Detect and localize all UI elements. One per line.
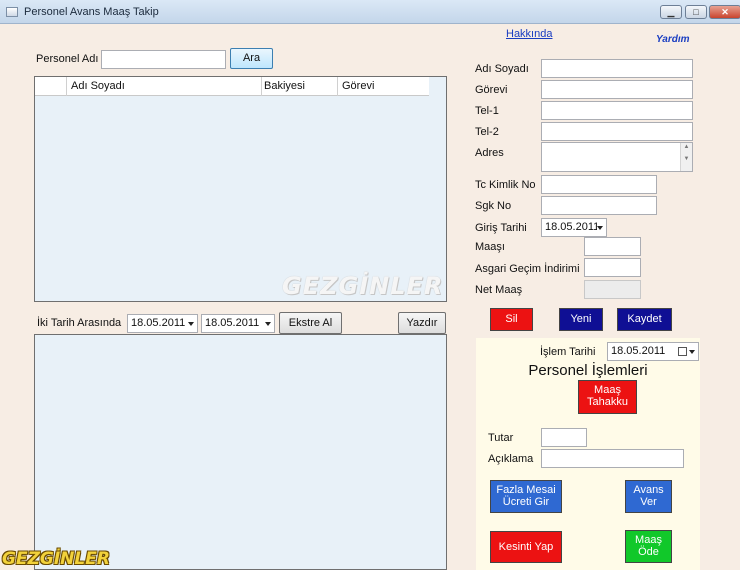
- overtime-button[interactable]: Fazla Mesai Ücreti Gir: [490, 480, 562, 513]
- scroll-down-icon: ▼: [683, 156, 690, 162]
- pay-salary-label: Maaş Öde: [635, 534, 662, 558]
- field-label-phone1: Tel-1: [475, 105, 499, 117]
- main-window: Hakkında Yardım Personel Adı Ara Adı Soy…: [0, 24, 740, 570]
- address-field[interactable]: ▲ ▼: [541, 142, 693, 172]
- search-button[interactable]: Ara: [230, 48, 273, 69]
- chevron-down-icon: [597, 226, 603, 230]
- statement-button[interactable]: Ekstre Al: [279, 312, 342, 334]
- grid-header: Adı Soyadı Bakiyesi Görevi: [35, 77, 429, 96]
- start-date-picker[interactable]: 18.05.2011: [541, 218, 607, 237]
- maximize-button[interactable]: □: [685, 5, 707, 19]
- phone1-field[interactable]: [541, 101, 693, 120]
- salary-field[interactable]: [584, 237, 641, 256]
- personnel-operations-panel: İşlem Tarihi 18.05.2011 Personel İşlemle…: [476, 338, 700, 570]
- operation-date-picker[interactable]: 18.05.2011: [607, 342, 699, 361]
- operations-title: Personel İşlemleri: [528, 362, 648, 379]
- title-bar: Personel Avans Maaş Takip ▁ □ ✕: [0, 0, 740, 24]
- field-label-tc: Tc Kimlik No: [475, 179, 536, 191]
- field-label-role: Görevi: [475, 84, 508, 96]
- tc-number-field[interactable]: [541, 175, 657, 194]
- pay-salary-button[interactable]: Maaş Öde: [625, 530, 672, 563]
- address-scrollbar[interactable]: ▲ ▼: [680, 143, 692, 171]
- new-button[interactable]: Yeni: [559, 308, 603, 331]
- name-field[interactable]: [541, 59, 693, 78]
- field-label-start-date: Giriş Tarihi: [475, 222, 527, 234]
- corner-watermark-logo: GEZGİNLER: [2, 549, 110, 569]
- calendar-icon: [678, 347, 687, 356]
- operation-date-label: İşlem Tarihi: [540, 346, 596, 358]
- advance-button[interactable]: Avans Ver: [625, 480, 672, 513]
- search-label: Personel Adı: [36, 53, 99, 65]
- start-date-value: 18.05.2011: [545, 221, 600, 233]
- personnel-grid[interactable]: Adı Soyadı Bakiyesi Görevi: [34, 76, 447, 302]
- field-label-name: Adı Soyadı: [475, 63, 529, 75]
- about-link[interactable]: Hakkında: [506, 28, 552, 40]
- advance-label: Avans Ver: [633, 484, 664, 508]
- range-from-date[interactable]: 18.05.2011: [127, 314, 198, 333]
- help-link[interactable]: Yardım: [656, 34, 690, 45]
- grid-column-role[interactable]: Görevi: [342, 80, 374, 92]
- scroll-up-icon: ▲: [683, 144, 690, 150]
- field-label-salary: Maaşı: [475, 241, 505, 253]
- salary-accrual-label: Maaş Tahakku: [587, 384, 628, 408]
- phone2-field[interactable]: [541, 122, 693, 141]
- range-to-value: 18.05.2011: [205, 317, 260, 329]
- note-field[interactable]: [541, 449, 684, 468]
- delete-button[interactable]: Sil: [490, 308, 533, 331]
- operation-date-value: 18.05.2011: [611, 345, 666, 357]
- range-from-value: 18.05.2011: [131, 317, 186, 329]
- grid-column-balance[interactable]: Bakiyesi: [264, 80, 305, 92]
- salary-accrual-button[interactable]: Maaş Tahakku: [578, 380, 637, 414]
- role-field[interactable]: [541, 80, 693, 99]
- net-salary-field: [584, 280, 641, 299]
- search-input[interactable]: [101, 50, 226, 69]
- statement-grid[interactable]: [34, 334, 447, 570]
- amount-field[interactable]: [541, 428, 587, 447]
- watermark-logo: GEZGİNLER: [282, 272, 444, 300]
- print-button[interactable]: Yazdır: [398, 312, 446, 334]
- amount-label: Tutar: [488, 432, 514, 444]
- note-label: Açıklama: [488, 453, 534, 465]
- chevron-down-icon: [188, 322, 194, 326]
- field-label-address: Adres: [475, 147, 504, 159]
- close-button[interactable]: ✕: [709, 5, 740, 19]
- window-title: Personel Avans Maaş Takip: [24, 6, 159, 18]
- field-label-agi: Asgari Geçim İndirimi: [475, 263, 580, 275]
- save-button[interactable]: Kaydet: [617, 308, 672, 331]
- chevron-down-icon: [689, 350, 695, 354]
- grid-column-name[interactable]: Adı Soyadı: [71, 80, 125, 92]
- agi-field[interactable]: [584, 258, 641, 277]
- field-label-sgk: Sgk No: [475, 200, 512, 212]
- range-to-date[interactable]: 18.05.2011: [201, 314, 275, 333]
- overtime-label: Fazla Mesai Ücreti Gir: [496, 484, 556, 508]
- chevron-down-icon: [265, 322, 271, 326]
- sgk-number-field[interactable]: [541, 196, 657, 215]
- field-label-net-salary: Net Maaş: [475, 284, 523, 296]
- minimize-button[interactable]: ▁: [660, 5, 682, 19]
- app-icon: [6, 7, 18, 17]
- field-label-phone2: Tel-2: [475, 126, 499, 138]
- date-range-label: İki Tarih Arasında: [37, 317, 122, 329]
- deduction-button[interactable]: Kesinti Yap: [490, 531, 562, 563]
